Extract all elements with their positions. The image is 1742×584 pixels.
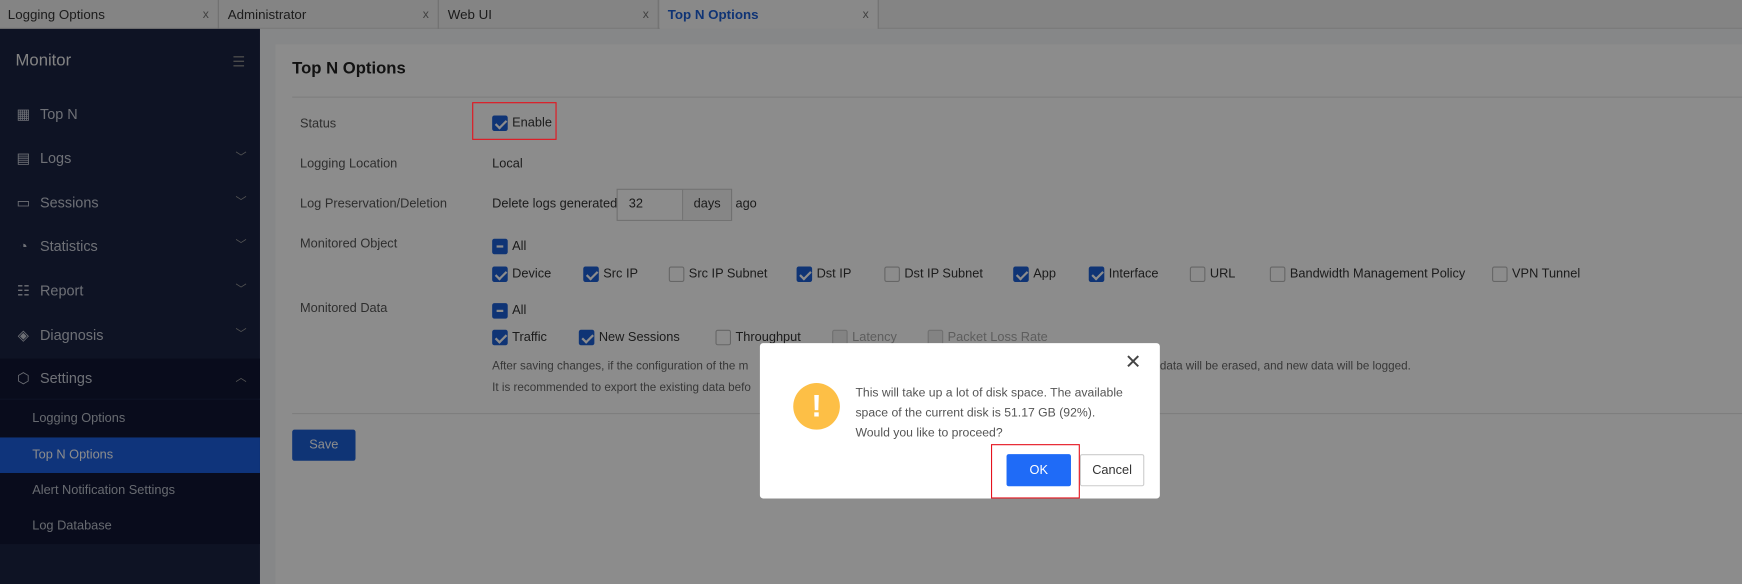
highlight-box-enable bbox=[472, 102, 557, 140]
highlight-box-ok bbox=[990, 444, 1080, 499]
close-icon[interactable]: ✕ bbox=[1123, 351, 1143, 373]
dialog-message-line-2: space of the current disk is 51.17 GB (9… bbox=[855, 406, 1096, 420]
cancel-button[interactable]: Cancel bbox=[1079, 454, 1145, 487]
dialog-message-line-3: Would you like to proceed? bbox=[855, 426, 1003, 440]
warning-icon: ! bbox=[793, 383, 840, 430]
dialog-message-line-1: This will take up a lot of disk space. T… bbox=[855, 386, 1123, 400]
